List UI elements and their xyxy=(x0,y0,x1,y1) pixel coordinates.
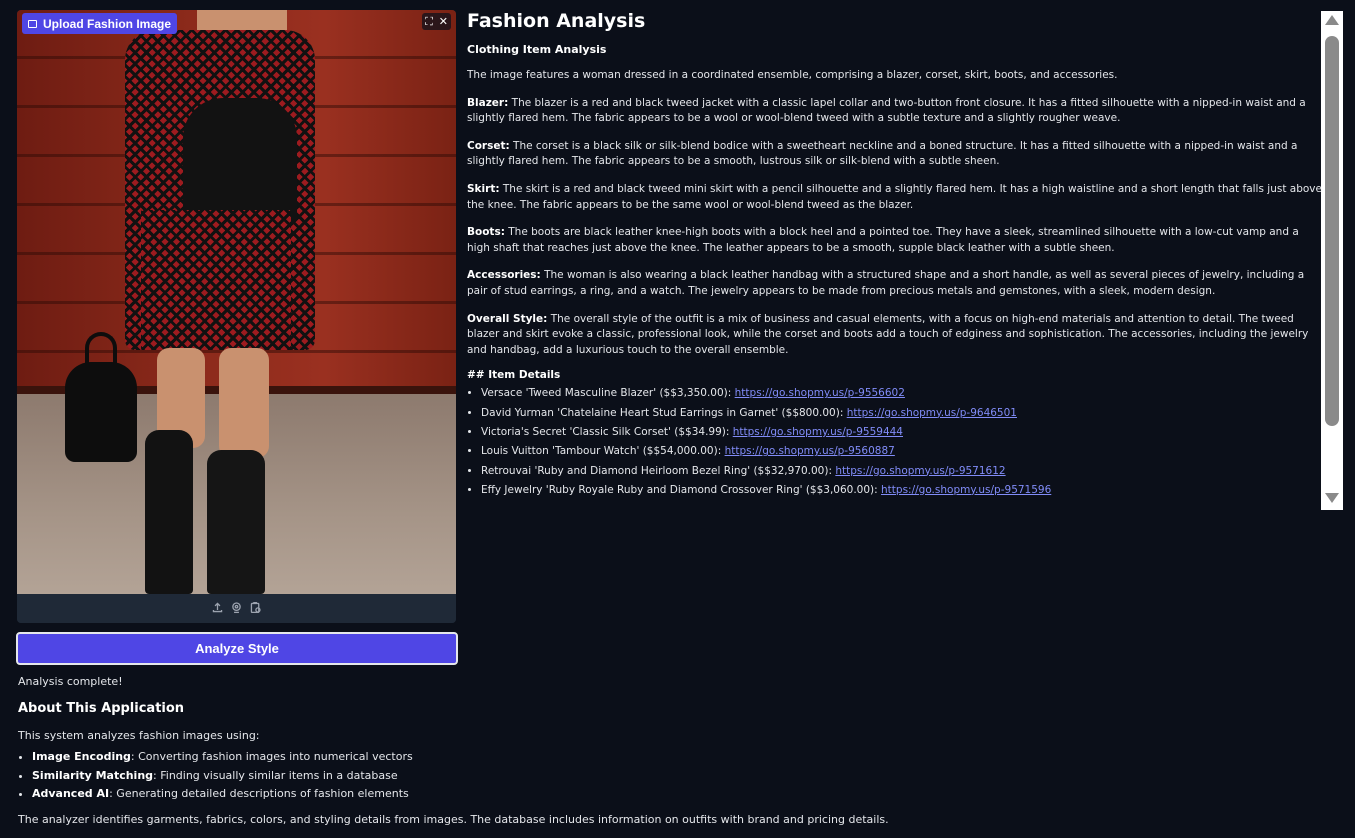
about-feature-list: Image Encoding: Converting fashion image… xyxy=(18,748,413,804)
section-term: Accessories: xyxy=(467,269,541,282)
upload-fashion-image-label: Upload Fashion Image xyxy=(22,13,178,34)
feature-desc: : Generating detailed descriptions of fa… xyxy=(109,787,409,801)
feature-term: Advanced AI xyxy=(32,787,110,801)
item-text: Louis Vuitton 'Tambour Watch' ($$54,000.… xyxy=(481,445,725,458)
section-accessories: Accessories: The woman is also wearing a… xyxy=(467,268,1323,299)
scroll-thumb[interactable] xyxy=(1325,36,1339,426)
upload-icon[interactable] xyxy=(211,599,224,618)
image-icon xyxy=(28,19,37,28)
list-item: Versace 'Tweed Masculine Blazer' ($$3,35… xyxy=(481,384,1323,403)
fullscreen-icon[interactable]: ⛶ xyxy=(425,15,433,29)
list-item: Louis Vuitton 'Tambour Watch' ($$54,000.… xyxy=(481,442,1323,461)
section-text: The blazer is a red and black tweed jack… xyxy=(467,96,1306,125)
product-link[interactable]: https://go.shopmy.us/p-9559444 xyxy=(733,426,903,438)
upload-label-text: Upload Fashion Image xyxy=(43,16,172,31)
clipboard-icon[interactable] xyxy=(249,599,262,618)
item-details-heading: ## Item Details xyxy=(467,369,561,382)
list-item: Retrouvai 'Ruby and Diamond Heirloom Bez… xyxy=(481,462,1323,481)
list-item: David Yurman 'Chatelaine Heart Stud Earr… xyxy=(481,404,1323,423)
product-link[interactable]: https://go.shopmy.us/p-9571612 xyxy=(835,465,1005,477)
section-text: The boots are black leather knee-high bo… xyxy=(467,226,1299,254)
figure-right-leg xyxy=(219,348,269,458)
feature-desc: : Finding visually similar items in a da… xyxy=(153,768,398,782)
handbag-handle xyxy=(85,332,117,372)
product-link[interactable]: https://go.shopmy.us/p-9560887 xyxy=(725,445,895,457)
figure-skirt xyxy=(141,210,291,350)
list-item: Advanced AI: Generating detailed descrip… xyxy=(32,785,413,804)
item-text: Victoria's Secret 'Classic Silk Corset' … xyxy=(481,425,733,438)
product-link[interactable]: https://go.shopmy.us/p-9646501 xyxy=(847,407,1017,419)
close-icon[interactable]: ✕ xyxy=(439,15,448,28)
about-title: About This Application xyxy=(18,701,185,716)
analysis-subtitle: Clothing Item Analysis xyxy=(467,43,607,56)
about-intro: This system analyzes fashion images usin… xyxy=(18,729,260,742)
about-footer: The analyzer identifies garments, fabric… xyxy=(18,813,889,826)
handbag xyxy=(65,362,137,462)
section-text: The overall style of the outfit is a mix… xyxy=(467,312,1309,356)
product-link[interactable]: https://go.shopmy.us/p-9571596 xyxy=(881,484,1051,496)
figure-left-boot xyxy=(145,430,193,594)
feature-desc: : Converting fashion images into numeric… xyxy=(130,750,413,763)
section-term: Overall Style: xyxy=(467,312,548,325)
section-corset: Corset: The corset is a black silk or si… xyxy=(467,139,1323,170)
item-text: Retrouvai 'Ruby and Diamond Heirloom Bez… xyxy=(481,464,836,477)
section-overall-style: Overall Style: The overall style of the … xyxy=(467,312,1323,359)
list-item: Effy Jewelry 'Ruby Royale Ruby and Diamo… xyxy=(481,481,1323,500)
webcam-icon[interactable] xyxy=(230,599,243,618)
item-text: Effy Jewelry 'Ruby Royale Ruby and Diamo… xyxy=(481,483,882,496)
list-item: Victoria's Secret 'Classic Silk Corset' … xyxy=(481,423,1323,442)
feature-term: Similarity Matching xyxy=(32,768,154,782)
item-details-list: Versace 'Tweed Masculine Blazer' ($$3,35… xyxy=(467,384,1323,500)
fashion-photo: Upload Fashion Image ⛶ ✕ xyxy=(17,10,456,594)
item-text: Versace 'Tweed Masculine Blazer' ($$3,35… xyxy=(481,387,735,400)
figure-corset xyxy=(183,98,297,223)
item-text: David Yurman 'Chatelaine Heart Stud Earr… xyxy=(481,406,847,419)
section-text: The woman is also wearing a black leathe… xyxy=(467,269,1305,297)
status-message: Analysis complete! xyxy=(18,675,123,688)
section-term: Boots: xyxy=(467,226,505,239)
analysis-title: Fashion Analysis xyxy=(467,10,646,32)
analyze-style-button[interactable]: Analyze Style xyxy=(16,632,458,665)
image-upload-panel[interactable]: Upload Fashion Image ⛶ ✕ xyxy=(17,10,456,623)
analysis-intro: The image features a woman dressed in a … xyxy=(467,69,1118,81)
section-text: The corset is a black silk or silk-blend… xyxy=(467,139,1298,168)
section-text: The skirt is a red and black tweed mini … xyxy=(467,182,1322,211)
image-corner-controls: ⛶ ✕ xyxy=(422,13,451,30)
section-blazer: Blazer: The blazer is a red and black tw… xyxy=(467,96,1323,127)
scroll-down-arrow-icon[interactable] xyxy=(1325,493,1339,503)
scroll-up-arrow-icon[interactable] xyxy=(1325,15,1339,25)
product-link[interactable]: https://go.shopmy.us/p-9556602 xyxy=(735,387,905,399)
figure-right-boot xyxy=(207,450,265,594)
section-skirt: Skirt: The skirt is a red and black twee… xyxy=(467,182,1323,213)
section-term: Blazer: xyxy=(467,96,509,109)
section-term: Skirt: xyxy=(467,182,500,195)
list-item: Similarity Matching: Finding visually si… xyxy=(32,767,413,786)
analysis-output: Fashion Analysis Clothing Item Analysis … xyxy=(467,8,1323,510)
list-item: Image Encoding: Converting fashion image… xyxy=(32,748,413,767)
section-term: Corset: xyxy=(467,139,510,152)
image-source-toolbar xyxy=(17,594,456,623)
analysis-scrollbar[interactable] xyxy=(1321,11,1343,510)
section-boots: Boots: The boots are black leather knee-… xyxy=(467,225,1323,256)
feature-term: Image Encoding xyxy=(32,750,131,763)
